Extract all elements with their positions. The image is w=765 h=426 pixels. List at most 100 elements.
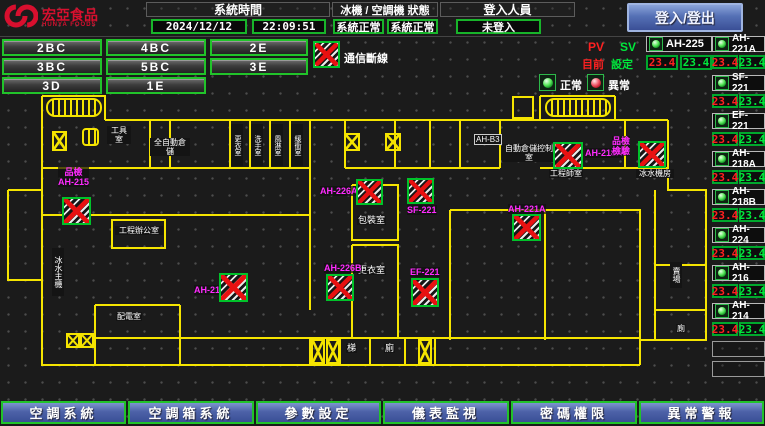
unit-ah-218b[interactable]: AH-218B [712,189,765,205]
elevator-icon [344,133,360,151]
room-label: 全自動倉儲 [150,138,190,156]
floor-button-3e[interactable]: 3E [210,58,308,75]
room-label: 賣場 [670,262,682,288]
elevator-icon [326,339,340,364]
unit-pv-value: 23.4 [712,284,738,298]
room-label: 包裝室 [357,216,386,225]
marker-label: AH-226A [320,186,358,196]
hunya-logo: 宏亞食品 HUNYA FOODS [4,2,144,34]
comm-loss-marker [411,278,439,307]
bottom-button-password-auth[interactable]: 密碼權限 [511,401,637,424]
room-label: 廁 [384,344,395,353]
floor-button-2bc[interactable]: 2BC [2,39,102,56]
comm-loss-legend-label: 通信斷線 [344,50,388,66]
unit-sv-value: 23.4 [739,55,765,69]
stairs-icon [46,98,102,117]
unit-status-lamp [715,152,729,166]
room-label: 梯 [346,344,357,353]
unit-ef-221[interactable]: EF-221 [712,113,765,129]
setpoint-header: 設定 [611,56,633,72]
floor-button-3bc[interactable]: 3BC [2,58,102,75]
comm-loss-legend-icon [313,41,340,68]
unit-name-label: AH-221A [732,33,762,55]
system-time-value: 22:09:51 [252,19,326,34]
unit-status-lamp [715,190,729,204]
unit-sv-value: 23.4 [739,94,765,108]
room-label: 冰水機房 [636,169,674,178]
header-bar: 宏亞食品 HUNYA FOODS 系統時間 2024/12/12 22:09:5… [0,0,765,37]
unit-name-label: EF-221 [732,110,762,132]
bottom-button-meter-monitor[interactable]: 儀表監視 [383,401,509,424]
unit-sv-value: 23.4 [739,246,765,260]
unit-ah-224[interactable]: AH-224 [712,227,765,243]
unit-name-label: SF-221 [732,72,762,94]
unit-status-lamp [715,304,729,318]
room-label: 工具室 [107,126,131,144]
hunya-logo-icon [4,1,38,36]
room-label: 廁 [676,324,686,333]
unit-sv-value: 23.4 [739,208,765,222]
unit-pv-value: 23.4 [712,170,738,184]
elevator-icon [80,333,94,348]
system-date-value: 2024/12/12 [151,19,247,34]
floor-button-4bc[interactable]: 4BC [106,39,206,56]
unit-pv-value: 23.4 [712,55,738,69]
room-label: 自動倉儲控制室 [502,144,556,162]
bottom-button-alarm[interactable]: 異常警報 [639,401,764,424]
unit-status-lamp [715,37,729,51]
room-label: AH-B3 [474,134,502,145]
elevator-icon [311,339,325,364]
elevator-icon [385,133,401,151]
logo-subtitle: HUNYA FOODS [42,22,98,28]
room-label: 配電室 [116,312,142,321]
comm-loss-marker [553,142,583,169]
room-label: 更衣室 [231,124,243,166]
unit-name-label: AH-216 [732,262,762,284]
unit-pv-value: 23.4 [712,322,738,336]
floor-button-5bc[interactable]: 5BC [106,58,206,75]
unit-pv-value: 23.4 [712,132,738,146]
marker-label: 品檢檢驗 [612,136,630,156]
comm-loss-marker [407,178,434,204]
floor-button-2e[interactable]: 2E [210,39,308,56]
bottom-button-ahu-system[interactable]: 空調箱系統 [128,401,254,424]
comm-loss-marker [219,273,248,302]
bottom-button-param-setting[interactable]: 參數設定 [256,401,381,424]
normal-legend-lamp [539,74,556,91]
unit-sv-value: 23.4 [739,132,765,146]
floor-plan: 工具室 全自動倉儲 更衣室 洗手室 風淋室 緩衝室 AH-B3 自動倉儲控制室 … [0,90,712,396]
unit-ah-214[interactable]: AH-214 [712,303,765,319]
unit-name-label: AH-225 [666,38,704,50]
unit-ah-221a[interactable]: AH-221A [712,36,765,52]
unit-sv-value: 23.4 [680,55,712,70]
system-time-label: 系統時間 [146,2,330,17]
marker-label: AH-226B [324,263,362,273]
unit-pv-value: 23.4 [712,246,738,260]
room-label: 風淋室 [271,124,283,166]
chiller-status-value: 系統正常 [333,19,384,34]
unit-slot-empty [712,361,765,377]
unit-ah-225[interactable]: AH-225 [646,36,712,52]
unit-name-label: AH-224 [732,224,762,246]
stairs-icon [82,128,99,146]
unit-sv-value: 23.4 [739,284,765,298]
elevator-icon [66,333,80,348]
marker-label: AH-221A [508,204,546,214]
comm-loss-marker [326,274,354,301]
unit-sf-221[interactable]: SF-221 [712,75,765,91]
stairs-icon [545,98,611,117]
marker-label: 品檢AH-215 [58,167,89,187]
room-label: 冰水主機 [52,248,64,296]
comm-loss-marker [356,179,383,205]
login-user-value: 未登入 [456,19,541,34]
elevator-icon [52,131,67,151]
marker-label: SF-221 [407,205,437,215]
room-label: 工程辦公室 [115,226,163,235]
unit-ah-216[interactable]: AH-216 [712,265,765,281]
unit-ah-218a[interactable]: AH-218A [712,151,765,167]
bottom-button-ac-system[interactable]: 空調系統 [1,401,126,424]
unit-pv-value: 23.4 [646,55,678,70]
unit-sv-value: 23.4 [739,322,765,336]
unit-name-label: AH-218B [732,186,762,208]
login-logout-button[interactable]: 登入/登出 [627,3,743,32]
